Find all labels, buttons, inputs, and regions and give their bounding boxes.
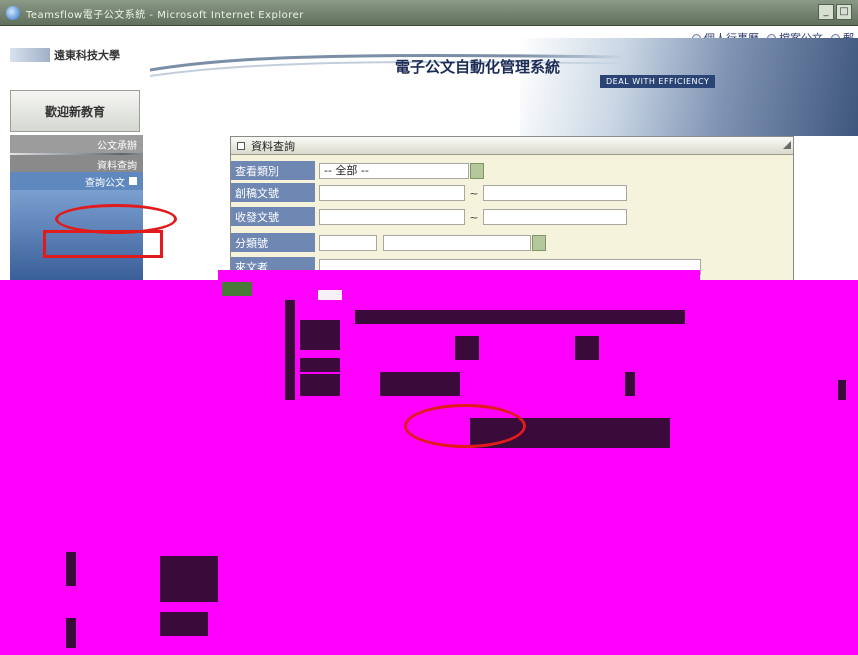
glitch-block — [838, 380, 846, 400]
draft-no-to-input[interactable] — [483, 185, 627, 201]
slogan-banner: DEAL WITH EFFICIENCY — [600, 75, 716, 88]
doc-no-from-input[interactable] — [319, 209, 465, 225]
draft-no-from-input[interactable] — [319, 185, 465, 201]
glitch-block — [66, 618, 76, 648]
query-title: 資料查詢 — [251, 139, 295, 153]
glitch-block — [318, 290, 342, 300]
glitch-block — [575, 336, 599, 360]
glitch-block — [455, 336, 479, 360]
logo-bar — [10, 48, 50, 62]
field-label: 查看類別 — [231, 161, 315, 181]
range-separator: ~ — [469, 210, 479, 224]
query-panel-header: 資料查詢 — [231, 137, 793, 155]
glitch-block — [300, 358, 340, 372]
dropdown-arrow-icon[interactable] — [470, 163, 484, 179]
class-no-input[interactable] — [319, 235, 377, 251]
annotation-rect — [43, 230, 163, 258]
minimize-button[interactable]: _ — [818, 4, 834, 20]
checkbox-icon — [129, 177, 137, 185]
browser-window: Teamsflow電子公文系統 - Microsoft Internet Exp… — [0, 0, 858, 655]
glitch-block — [66, 552, 76, 586]
glitch-block — [222, 282, 252, 296]
school-name: 遠東科技大學 — [54, 49, 120, 62]
class-no-select[interactable] — [383, 235, 546, 251]
annotation-ellipse — [404, 404, 526, 448]
school-logo: 遠東科技大學 — [10, 44, 140, 66]
sidebar-item-query[interactable]: 資料查詢 — [10, 155, 143, 173]
ie-icon — [6, 6, 20, 20]
query-row-category: 查看類別 -- 全部 -- — [231, 161, 484, 181]
field-label: 分類號 — [231, 233, 315, 253]
field-label: 收發文號 — [231, 207, 315, 227]
query-row-draft-no: 創稿文號 ~ — [231, 183, 627, 203]
redacted-area — [0, 280, 858, 655]
entrance-button[interactable]: 歡迎新教育 — [10, 90, 140, 132]
doc-no-to-input[interactable] — [483, 209, 627, 225]
query-row-class-no: 分類號 — [231, 233, 546, 253]
window-title: Teamsflow電子公文系統 - Microsoft Internet Exp… — [26, 10, 304, 21]
range-separator: ~ — [469, 186, 479, 200]
resize-corner-icon — [783, 141, 791, 149]
glitch-block — [285, 300, 295, 400]
glitch-block — [625, 372, 635, 396]
field-label: 創稿文號 — [231, 183, 315, 203]
dropdown-arrow-icon[interactable] — [532, 235, 546, 251]
glitch-block — [300, 320, 340, 350]
sidebar-item-search[interactable]: 查詢公文 — [10, 172, 143, 190]
collapse-icon[interactable] — [237, 141, 245, 150]
sidebar-item-process[interactable]: 公文承辦 — [10, 135, 143, 153]
system-title: 電子公文自動化管理系統 — [395, 58, 561, 76]
glitch-block — [380, 372, 460, 396]
glitch-block — [160, 612, 208, 636]
query-row-doc-no: 收發文號 ~ — [231, 207, 627, 227]
glitch-block — [160, 556, 218, 602]
window-controls: _ □ — [818, 4, 852, 20]
maximize-button[interactable]: □ — [836, 4, 852, 20]
glitch-block — [355, 310, 685, 324]
title-bar: Teamsflow電子公文系統 - Microsoft Internet Exp… — [0, 0, 858, 26]
category-select[interactable]: -- 全部 -- — [319, 163, 484, 179]
glitch-block — [300, 374, 340, 396]
